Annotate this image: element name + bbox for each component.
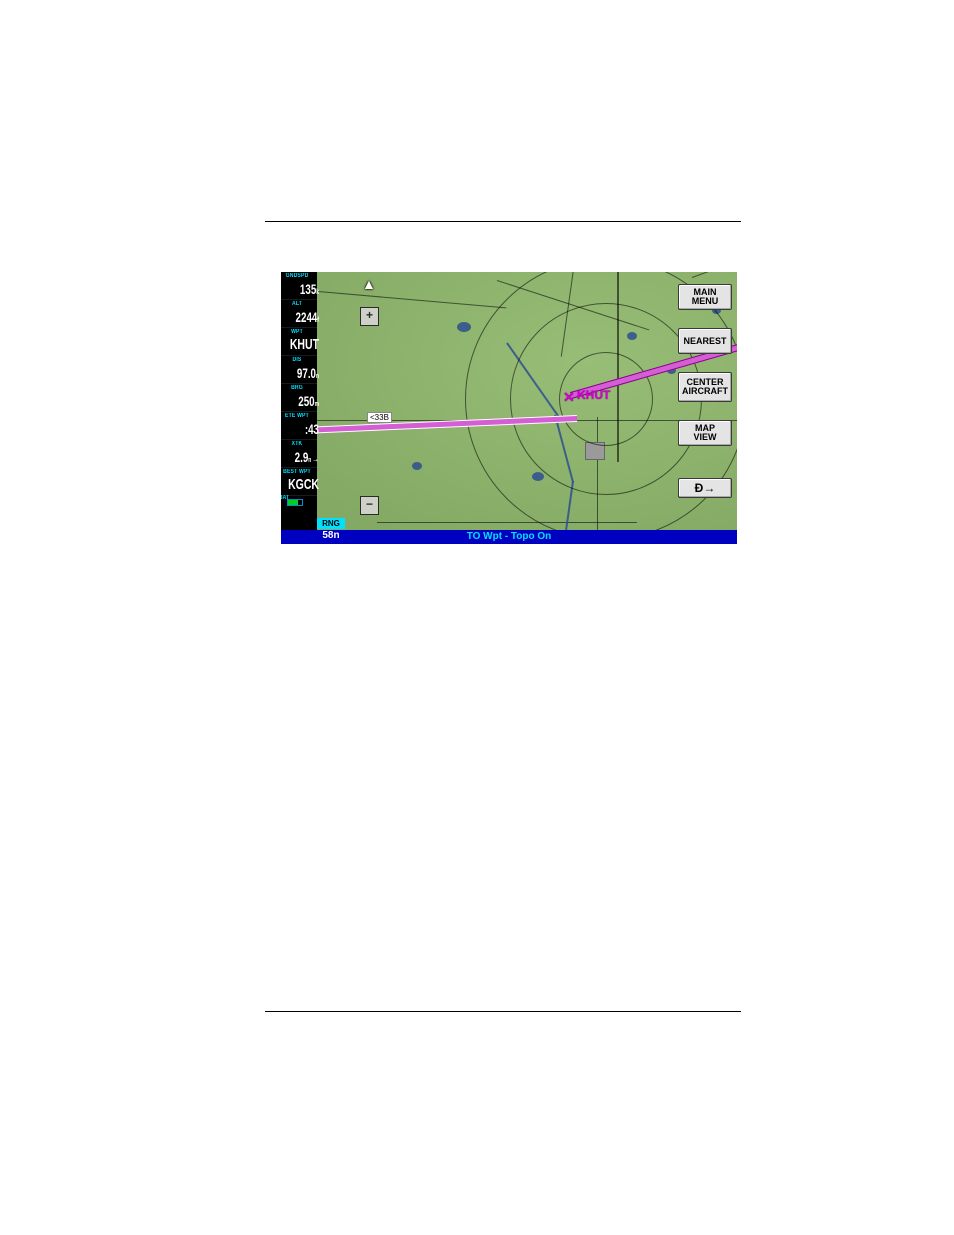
softkey-direct-to[interactable]: Ð→ xyxy=(678,478,732,498)
zoom-out-button[interactable]: − xyxy=(360,496,379,515)
field-label: WPT xyxy=(281,329,316,335)
field-label: ALT xyxy=(281,301,316,307)
field-label: BRG xyxy=(281,385,316,391)
zoom-in-button[interactable]: + xyxy=(360,307,379,326)
softkey-nearest[interactable]: NEAREST xyxy=(678,328,732,354)
xtk-arrow-icon: → xyxy=(311,454,319,465)
waypoint-marker-icon: ✕ xyxy=(563,389,575,406)
field-gndspd: GNDSPD 135k xyxy=(281,272,317,300)
lake-icon xyxy=(412,462,422,470)
minus-icon: − xyxy=(366,497,373,511)
status-message: TO Wpt - Topo On xyxy=(467,530,552,544)
moving-map-canvas: <33B ✕ KHUT ▲ + − MAIN MENU NEAREST CENT… xyxy=(317,272,737,530)
range-readout: RNG 58n xyxy=(317,518,345,544)
field-value: KHUT xyxy=(283,336,319,353)
softkey-label: MAIN MENU xyxy=(692,288,719,306)
softkey-main-menu[interactable]: MAIN MENU xyxy=(678,284,732,310)
field-value: 250m xyxy=(283,393,319,409)
softkey-label: MAP VIEW xyxy=(693,424,716,442)
field-label: XTK xyxy=(281,441,316,447)
field-value: 97.0n xyxy=(283,365,319,381)
softkey-label: CENTER AIRCRAFT xyxy=(682,378,728,396)
content-divider-top xyxy=(265,221,741,222)
softkey-map-view[interactable]: MAP VIEW xyxy=(678,420,732,446)
battery-gauge-icon xyxy=(287,499,303,506)
range-value: 58n xyxy=(317,529,345,542)
content-divider-bottom xyxy=(265,1011,741,1012)
field-value: :43 xyxy=(283,421,319,437)
field-brg: BRG 250m xyxy=(281,384,317,412)
softkey-label: NEAREST xyxy=(683,337,726,346)
field-label: GNDSPD xyxy=(281,273,316,279)
field-dis: DIS 97.0n xyxy=(281,356,317,384)
north-arrow-icon: ▲ xyxy=(362,276,376,292)
field-label: ETE WPT xyxy=(281,413,316,419)
plus-icon: + xyxy=(366,308,373,322)
field-xtk: XTK 2.9n→ xyxy=(281,440,317,468)
field-value: KGCK xyxy=(283,476,319,493)
lake-icon xyxy=(457,322,471,332)
field-battery: BAT xyxy=(281,496,317,506)
field-ete-wpt: ETE WPT :43 xyxy=(281,412,317,440)
field-wpt: WPT KHUT xyxy=(281,328,317,356)
field-label: BEST WPT xyxy=(281,469,316,475)
field-value: 2.9n→ xyxy=(283,449,319,465)
field-label: DIS xyxy=(281,357,316,363)
gps-map-screenshot: <33B ✕ KHUT ▲ + − MAIN MENU NEAREST CENT… xyxy=(281,272,737,544)
softkey-center-aircraft[interactable]: CENTER AIRCRAFT xyxy=(678,372,732,402)
road-label-box: <33B xyxy=(367,412,392,423)
waypoint-label: KHUT xyxy=(577,388,610,402)
field-best-wpt: BEST WPT KGCK xyxy=(281,468,317,496)
direct-to-icon: Ð→ xyxy=(695,484,716,493)
field-value: 135k xyxy=(283,281,319,297)
field-value: 2244f xyxy=(283,309,319,325)
field-alt: ALT 2244f xyxy=(281,300,317,328)
data-strip: GNDSPD 135k ALT 2244f WPT KHUT DIS 97.0n… xyxy=(281,272,317,530)
range-label: RNG xyxy=(317,518,345,529)
status-bar: RNG 58n TO Wpt - Topo On xyxy=(281,530,737,544)
